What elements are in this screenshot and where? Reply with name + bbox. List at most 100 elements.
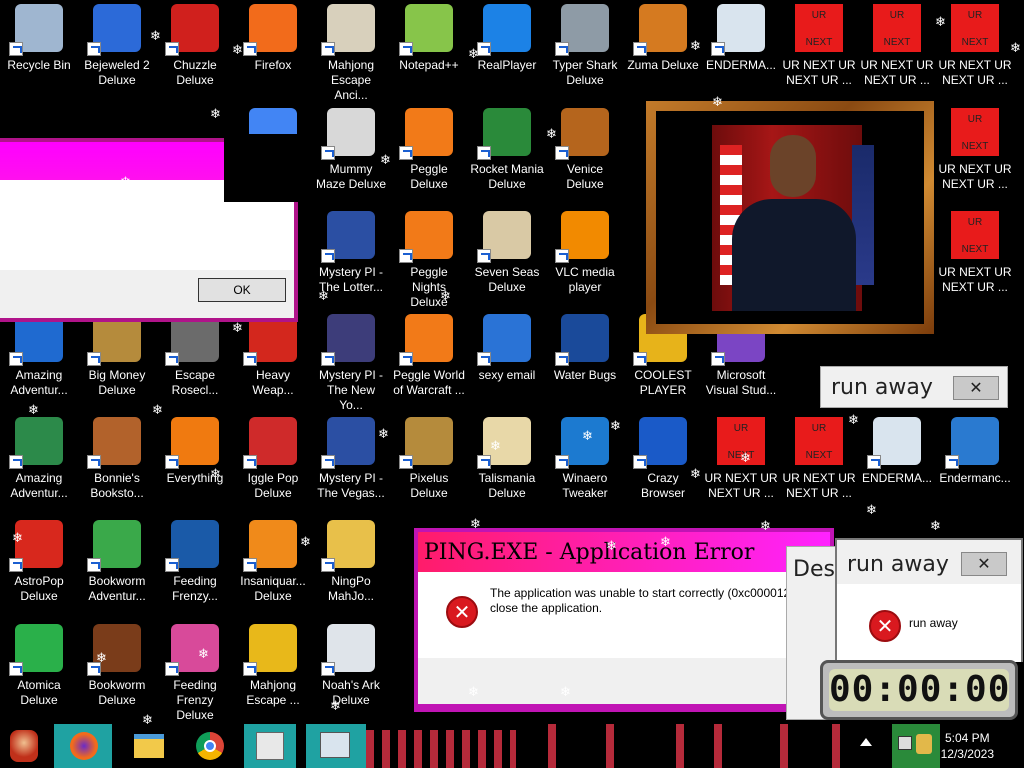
shortcut-arrow-icon <box>321 558 335 572</box>
desktop-icon-mystery-pi-new-york[interactable]: Mystery PI - The New Yo... <box>312 310 390 412</box>
desktop-icon-mahjong-escape[interactable]: Mahjong Escape ... <box>234 620 312 720</box>
ur-next-icon: UR NEXT <box>873 4 921 52</box>
ur-box-bottom-text: NEXT <box>883 37 911 48</box>
snowflake-icon: ❄ <box>198 647 209 662</box>
taskbar-red-bar <box>606 724 614 768</box>
desktop-icon-mummy-maze[interactable]: Mummy Maze Deluxe <box>312 104 390 204</box>
desktop-icon-water-bugs[interactable]: Water Bugs <box>546 310 624 410</box>
error-icon: ✕ <box>446 596 478 628</box>
snowflake-icon: ❄ <box>142 713 153 728</box>
desktop-icon-feeding-frenzy-2[interactable]: Feeding Frenzy Deluxe <box>156 620 234 722</box>
desktop-icon-label: Firefox <box>254 58 292 72</box>
desktop-icon-sexy-email[interactable]: sexy email <box>468 310 546 410</box>
taskbar-firefox[interactable] <box>54 724 112 768</box>
desktop-icon-firefox[interactable]: Firefox <box>234 0 312 100</box>
desktop-icon-atomica[interactable]: Atomica Deluxe <box>0 620 78 720</box>
desktop-icon-amazing-adv-1[interactable]: Amazing Adventur... <box>0 310 78 410</box>
desktop-icon-ur-next[interactable]: UR NEXT UR NEXT UR NEXT UR ... <box>936 207 1014 307</box>
desktop-icon-peggle-world-warcraft[interactable]: Peggle World of Warcraft ... <box>390 310 468 410</box>
tray-clock[interactable]: 5:04 PM 12/3/2023 <box>941 730 994 762</box>
desktop-icon-mahjong-ancient[interactable]: Mahjong Escape Anci... <box>312 0 390 102</box>
desktop-icon-realplayer[interactable]: RealPlayer <box>468 0 546 100</box>
start-button[interactable] <box>0 724 48 768</box>
desktop-icon-ur-next[interactable]: UR NEXT UR NEXT UR NEXT UR ... <box>780 0 858 100</box>
desktop-icon-peggle-nights[interactable]: Peggle Nights Deluxe <box>390 207 468 309</box>
desktop-icon-label: ENDERMA... <box>861 471 932 485</box>
desktop-icon-noahs-ark[interactable]: Noah's Ark Deluxe <box>312 620 390 720</box>
desktop-icon-feeding-frenzy-1[interactable]: Feeding Frenzy... <box>156 516 234 616</box>
taskbar-calculator[interactable] <box>244 724 296 768</box>
desktop-icon-crazy-browser[interactable]: Crazy Browser <box>624 413 702 513</box>
stopwatch-widget[interactable]: 00:00:00 <box>820 660 1018 720</box>
desktop-icon-seven-seas[interactable]: Seven Seas Deluxe <box>468 207 546 307</box>
desktop-icon-big-money[interactable]: Big Money Deluxe <box>78 310 156 410</box>
shortcut-arrow-icon <box>9 352 23 366</box>
desktop-icon-talismania[interactable]: Talismania Deluxe <box>468 413 546 513</box>
snowflake-icon: ❄ <box>866 503 877 518</box>
noahs-ark-icon <box>321 624 375 676</box>
shortcut-arrow-icon <box>399 146 413 160</box>
desktop-icon-endermanch[interactable]: Endermanc... <box>936 413 1014 513</box>
desktop-icon-iggle-pop[interactable]: Iggle Pop Deluxe <box>234 413 312 513</box>
taskbar-enderman[interactable] <box>306 724 366 768</box>
desktop-icon-ur-next[interactable]: UR NEXT UR NEXT UR NEXT UR ... <box>858 0 936 100</box>
tray-icons[interactable] <box>892 724 940 768</box>
desktop-icon-enderman-2[interactable]: ENDERMA... <box>858 413 936 513</box>
desktop-icon-label: UR NEXT UR NEXT UR ... <box>704 471 778 500</box>
close-button[interactable]: ✕ <box>961 552 1007 576</box>
ur-box-bottom-text: NEXT <box>805 450 833 461</box>
desktop-icon-everything[interactable]: Everything <box>156 413 234 513</box>
ur-box-bottom-text: NEXT <box>805 37 833 48</box>
mystery-pi-lottery-icon <box>321 211 375 263</box>
desktop-icon-ningpo[interactable]: NingPo MahJo... <box>312 516 390 616</box>
ping-error-titlebar[interactable]: PING.EXE - Application Error <box>418 532 830 572</box>
insaniquarium-icon <box>243 520 297 572</box>
snowflake-icon: ❄ <box>582 429 593 444</box>
desktop-icon-bejeweled-2[interactable]: Bejeweled 2 Deluxe <box>78 0 156 100</box>
desktop-icon-label: ENDERMA... <box>705 58 776 72</box>
ok-button[interactable]: OK <box>198 278 286 302</box>
photo-frame-window[interactable] <box>646 101 934 334</box>
shortcut-arrow-icon <box>9 455 23 469</box>
desktop-icon-bonnies-bookstore[interactable]: Bonnie's Booksto... <box>78 413 156 513</box>
desktop-icon-pixelus[interactable]: Pixelus Deluxe <box>390 413 468 513</box>
desktop-icon-chuzzle[interactable]: Chuzzle Deluxe <box>156 0 234 100</box>
close-button[interactable]: ✕ <box>953 376 999 400</box>
desktop-icon-label: Atomica Deluxe <box>17 678 61 707</box>
desktop-icon-enderman-1[interactable]: ENDERMA... <box>702 0 780 100</box>
desktop-icon-peggle[interactable]: Peggle Deluxe <box>390 104 468 204</box>
desktop-icon-insaniquarium[interactable]: Insaniquar... Deluxe <box>234 516 312 616</box>
desktop-icon-label: Endermanc... <box>939 471 1011 485</box>
mystery-pi-vegas-icon <box>321 417 375 469</box>
run-away-window-bottom[interactable]: run away ✕ ✕ run away <box>835 538 1023 662</box>
desktop-icon-ur-next[interactable]: UR NEXT UR NEXT UR NEXT UR ... <box>936 104 1014 204</box>
desktop-icon-ur-next[interactable]: UR NEXT UR NEXT UR NEXT UR ... <box>936 0 1014 100</box>
shortcut-arrow-icon <box>633 42 647 56</box>
desktop-icon-label: Insaniquar... Deluxe <box>240 574 306 603</box>
partial-window-title: Des <box>793 557 835 582</box>
peggle-icon <box>399 108 453 160</box>
desktop-icon-ur-next[interactable]: UR NEXT UR NEXT UR NEXT UR ... <box>780 413 858 513</box>
snowflake-icon: ❄ <box>210 467 221 482</box>
taskbar-explorer[interactable] <box>126 724 170 768</box>
desktop-icon-bookworm-adv[interactable]: Bookworm Adventur... <box>78 516 156 616</box>
desktop-icon-amazing-adv-2[interactable]: Amazing Adventur... <box>0 413 78 513</box>
desktop-icon-recycle-bin[interactable]: Recycle Bin <box>0 0 78 100</box>
desktop-icon-label: Feeding Frenzy Deluxe <box>173 678 217 722</box>
desktop-icon-rocket-mania[interactable]: Rocket Mania Deluxe <box>468 104 546 204</box>
ur-next-icon: UR NEXT <box>951 211 999 259</box>
tray-overflow[interactable] <box>856 724 872 768</box>
snowflake-icon: ❄ <box>440 289 451 304</box>
desktop-icon-label: AstroPop Deluxe <box>14 574 64 603</box>
desktop-icon-notepadpp[interactable]: Notepad++ <box>390 0 468 100</box>
desktop-icon-escape-rosecliff[interactable]: Escape Rosecl... <box>156 310 234 410</box>
desktop-icon-typer-shark[interactable]: Typer Shark Deluxe <box>546 0 624 100</box>
desktop-icon-vlc[interactable]: VLC media player <box>546 207 624 307</box>
desktop-icon-label: Bookworm Deluxe <box>88 678 146 707</box>
desktop-icon-label: UR NEXT UR NEXT UR ... <box>860 58 934 87</box>
taskbar-chrome[interactable] <box>188 724 232 768</box>
desktop-icon-venice[interactable]: Venice Deluxe <box>546 104 624 204</box>
run-away-window-top[interactable]: run away ✕ <box>820 366 1008 408</box>
desktop-icon-bookworm[interactable]: Bookworm Deluxe <box>78 620 156 720</box>
desktop-icon-heavy-weapon[interactable]: Heavy Weap... <box>234 310 312 410</box>
